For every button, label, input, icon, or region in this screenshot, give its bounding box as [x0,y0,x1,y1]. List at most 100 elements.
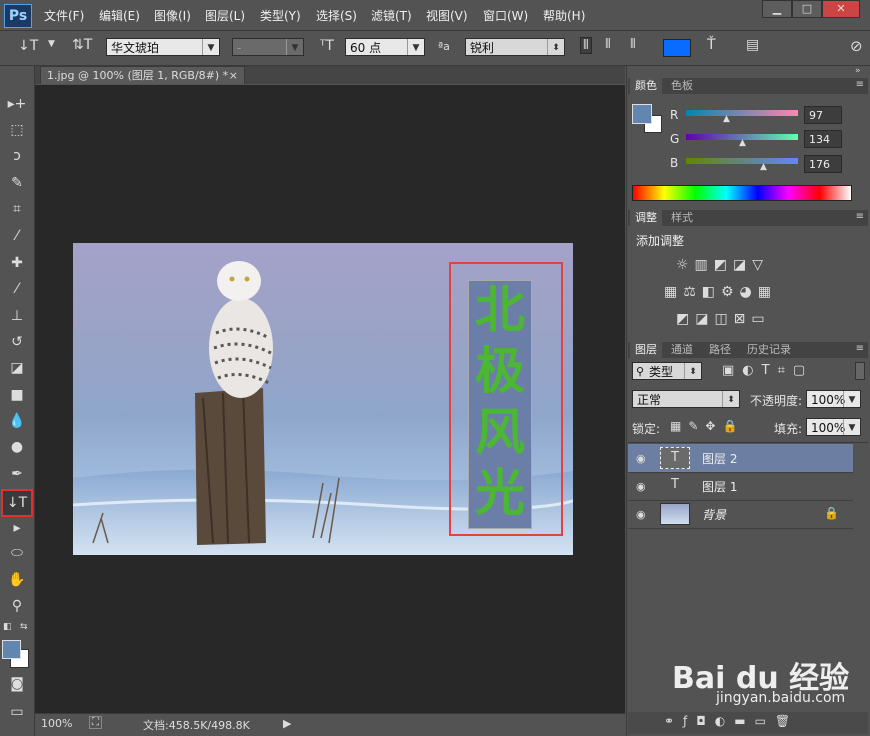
maximize-button[interactable]: □ [792,0,822,18]
eraser-tool-icon[interactable]: ◪ [6,358,28,378]
menu-window[interactable]: 窗口(W) [483,7,528,24]
layer-filter-icons[interactable]: ▣◐T⌗▢ [722,363,813,378]
status-menu-arrow-icon[interactable]: ▶ [283,717,291,730]
font-style-select[interactable]: - ▼ [232,38,304,56]
foreground-color-swatch[interactable] [2,640,21,659]
eyedropper-tool-icon[interactable]: ⁄ [6,226,28,246]
marquee-tool-icon[interactable]: ⬚ [6,120,28,140]
preset-dropdown-arrow-icon[interactable]: ▼ [48,39,55,49]
quick-select-tool-icon[interactable]: ✎ [6,173,28,193]
history-brush-tool-icon[interactable]: ↺ [6,332,28,352]
font-size-select[interactable]: 60 点 ▼ [345,38,425,56]
adjust-icons-row-1[interactable]: ☼▥◩◪▽ [676,257,769,273]
tab-adjustments[interactable]: 调整 [630,210,662,226]
channel-b-slider[interactable] [686,158,798,164]
tab-color[interactable]: 颜色 [630,78,662,94]
layer-name[interactable]: 图层 1 [702,478,737,495]
blend-mode-select[interactable]: 正常 ⬍ [632,390,740,408]
adjust-icons-row-2[interactable]: ▦⚖◧⚙◕▦ [664,284,777,300]
brush-tool-icon[interactable]: ⁄ [6,279,28,299]
layer-name[interactable]: 图层 2 [702,450,737,467]
document-image[interactable]: 北 极 风 光 [73,243,573,555]
zoom-level[interactable]: 100% [41,717,72,730]
tab-swatches[interactable]: 色板 [666,78,698,94]
character-panel-icon[interactable]: ▤ [746,37,759,53]
warp-text-icon[interactable]: Ť [707,37,716,53]
tab-styles[interactable]: 样式 [666,210,698,226]
menu-layer[interactable]: 图层(L) [205,7,245,24]
text-color-swatch[interactable] [663,39,691,57]
channel-b-value[interactable]: 176 [804,155,842,173]
eye-icon[interactable]: ◉ [636,508,646,521]
menu-select[interactable]: 选择(S) [316,7,357,24]
close-tab-icon[interactable]: × [229,67,238,85]
filter-toggle[interactable] [855,362,865,380]
font-family-select[interactable]: 华文琥珀 ▼ [106,38,220,56]
tab-paths[interactable]: 路径 [704,342,736,358]
layer-row-1[interactable]: ◉ T 图层 1 [628,472,853,501]
color-spectrum-bar[interactable] [632,185,852,201]
pen-tool-icon[interactable]: ✒ [6,464,28,484]
panel-menu-icon[interactable]: ≡ [856,211,864,222]
menu-edit[interactable]: 编辑(E) [99,7,140,24]
zoom-tool-icon[interactable]: ⚲ [6,596,28,616]
color-fg-swatch[interactable] [632,104,652,124]
crop-tool-icon[interactable]: ⌗ [6,199,28,219]
layer-filter-select[interactable]: ⚲ 类型 ⬍ [632,362,702,380]
hand-tool-icon[interactable]: ✋ [6,570,28,590]
channel-r-slider[interactable] [686,110,798,116]
align-center-icon[interactable]: ⦀ [605,37,611,52]
adjust-icons-row-3[interactable]: ◩◪◫⊠▭ [676,311,771,327]
quick-mask-icon[interactable]: ◙ [6,674,28,694]
panel-menu-icon[interactable]: ≡ [856,79,864,90]
collapse-dock-icon[interactable]: » [855,66,861,76]
path-selection-tool-icon[interactable]: ▸ [6,518,28,538]
layer-row-background[interactable]: ◉ 背景 🔒 [628,500,853,529]
document-tab[interactable]: 1.jpg @ 100% (图层 1, RGB/8#) * × [40,66,245,84]
toggle-text-orientation-icon[interactable]: ⇅T [72,37,92,53]
healing-brush-tool-icon[interactable]: ✚ [6,253,28,273]
clone-stamp-tool-icon[interactable]: ⊥ [6,306,28,326]
swap-colors-icon[interactable]: ⇆ [20,622,28,632]
menu-file[interactable]: 文件(F) [44,7,84,24]
ellipse-tool-icon[interactable]: ⬭ [6,543,28,563]
menu-help[interactable]: 帮助(H) [543,7,585,24]
move-tool-icon[interactable]: ▸+ [6,94,28,114]
layer-action-icons[interactable]: ⚭ƒ◘◐▬▭🗑 [664,714,799,728]
dodge-tool-icon[interactable]: ● [6,437,28,457]
eye-icon[interactable]: ◉ [636,480,646,493]
channel-g-value[interactable]: 134 [804,130,842,148]
close-window-button[interactable]: ✕ [822,0,860,18]
menu-image[interactable]: 图像(I) [154,7,191,24]
fill-input[interactable]: 100% ▼ [806,418,861,436]
tab-layers[interactable]: 图层 [630,342,662,358]
tab-history[interactable]: 历史记录 [742,342,796,358]
antialias-select[interactable]: 锐利 ⬍ [465,38,565,56]
slider-handle-icon[interactable]: ▲ [739,138,746,148]
align-bottom-icon[interactable]: ⦀ [630,37,636,52]
vertical-type-tool-preset-icon[interactable]: ↓T [18,38,38,54]
lasso-tool-icon[interactable]: ↄ [6,146,28,166]
default-colors-icon[interactable]: ◧ [3,622,12,632]
cancel-edit-icon[interactable]: ⊘ [850,37,863,55]
gradient-tool-icon[interactable]: ■ [6,385,28,405]
blur-tool-icon[interactable]: 💧 [6,411,28,431]
eye-icon[interactable]: ◉ [636,452,646,465]
minimize-button[interactable]: ▁ [762,0,792,18]
lock-icons[interactable]: ▦✎✥🔒 [670,419,744,433]
slider-handle-icon[interactable]: ▲ [723,114,730,124]
layer-row-2[interactable]: ◉ T 图层 2 [628,444,853,473]
align-top-icon[interactable]: ⦀ [580,37,592,54]
panel-menu-icon[interactable]: ≡ [856,343,864,354]
menu-type[interactable]: 类型(Y) [260,7,301,24]
tab-channels[interactable]: 通道 [666,342,698,358]
layer-name[interactable]: 背景 [702,506,726,523]
color-panel-header: 颜色 色板 ≡ [628,78,868,94]
opacity-input[interactable]: 100% ▼ [806,390,861,408]
menu-filter[interactable]: 滤镜(T) [371,7,412,24]
vertical-type-tool-icon[interactable]: ↓T [1,489,33,517]
slider-handle-icon[interactable]: ▲ [760,162,767,172]
menu-view[interactable]: 视图(V) [426,7,468,24]
screen-mode-icon[interactable]: ▭ [6,702,28,722]
channel-r-value[interactable]: 97 [804,106,842,124]
